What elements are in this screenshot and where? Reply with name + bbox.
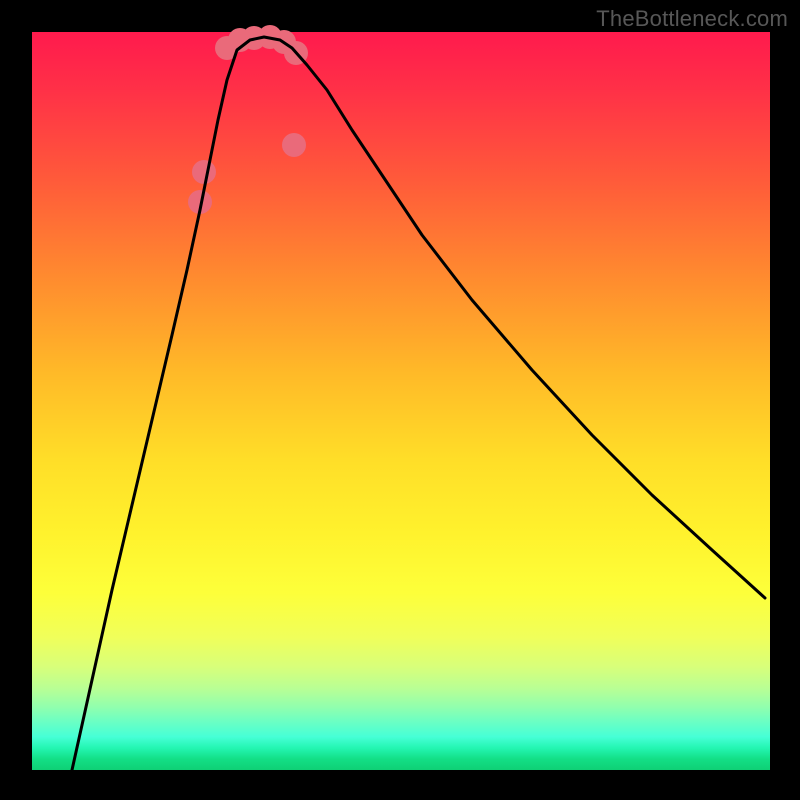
marker-point xyxy=(282,133,306,157)
watermark-text: TheBottleneck.com xyxy=(596,6,788,32)
curve-svg xyxy=(32,32,770,770)
chart-frame: TheBottleneck.com xyxy=(0,0,800,800)
bottleneck-curve xyxy=(72,37,765,770)
plot-area xyxy=(32,32,770,770)
marker-point xyxy=(192,160,216,184)
